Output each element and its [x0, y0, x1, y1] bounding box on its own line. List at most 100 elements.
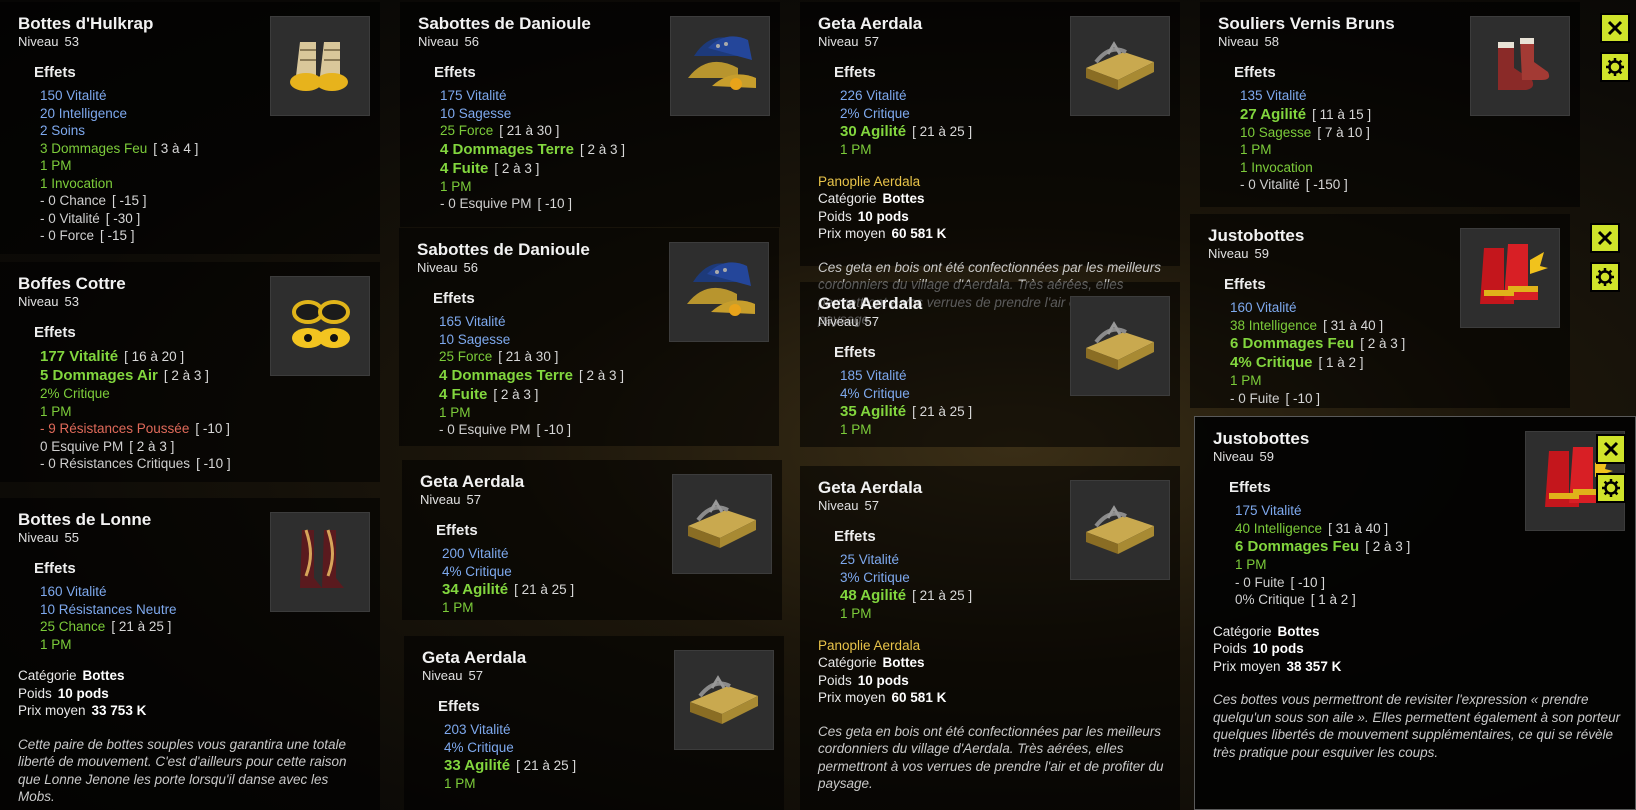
- settings-button[interactable]: [1600, 52, 1630, 82]
- effect-range: [ 21 à 25 ]: [912, 404, 973, 419]
- effect-line: - 0 Esquive PM [ -10 ]: [439, 421, 765, 439]
- effect-text: 25 Chance: [40, 619, 106, 634]
- effect-text: 0 Esquive PM: [40, 438, 124, 454]
- effect-range: [ -10 ]: [195, 421, 230, 436]
- effect-range: [ -150 ]: [1305, 177, 1348, 192]
- tooltip-card: Geta Aerdala Niveau 57 Effets 25 Vitalité 3% …: [800, 466, 1180, 810]
- item-thumbnail[interactable]: [1470, 16, 1570, 116]
- effect-line: 1 PM: [840, 421, 1166, 439]
- item-set[interactable]: Panoplie Aerdala: [818, 173, 1166, 191]
- item-weight: Poids 10 pods: [818, 672, 1166, 690]
- effect-line: 1 PM: [40, 403, 366, 421]
- item-category-label: Catégorie: [1213, 623, 1272, 639]
- effect-line: 1 Invocation: [1240, 159, 1566, 177]
- effect-line: 2 Soins: [40, 122, 366, 140]
- effect-line: 1 PM: [444, 775, 770, 793]
- effect-text: 10 Sagesse: [439, 331, 511, 347]
- settings-button[interactable]: [1596, 473, 1626, 503]
- effect-text: 10 Sagesse: [440, 105, 512, 121]
- level-value: 59: [1259, 449, 1274, 464]
- effect-line: 1 Invocation: [40, 175, 366, 193]
- level-label: Niveau: [1218, 34, 1259, 49]
- tooltip-card: Geta Aerdala Niveau 57 Effets 226 Vitalité 2%…: [800, 2, 1180, 327]
- tooltip-card: Geta Aerdala Niveau 57 Effets 200 Vitalité 4%…: [402, 460, 782, 620]
- item-price-value: 38 357 K: [1286, 658, 1342, 674]
- effect-text: 1 Invocation: [40, 175, 113, 191]
- effect-line: 1 PM: [439, 404, 765, 422]
- item-category-label: Catégorie: [818, 191, 877, 206]
- effect-text: 6 Dommages Feu: [1235, 538, 1360, 555]
- item-thumbnail[interactable]: [1460, 228, 1560, 328]
- item-price-label: Prix moyen: [18, 703, 86, 718]
- item-thumbnail[interactable]: [270, 276, 370, 376]
- settings-button[interactable]: [1590, 262, 1620, 292]
- level-value: 59: [1254, 246, 1269, 261]
- item-set[interactable]: Panoplie Aerdala: [818, 637, 1166, 655]
- effect-line: - 0 Fuite [ -10 ]: [1230, 390, 1556, 408]
- close-button[interactable]: [1596, 434, 1626, 464]
- effect-line: 1 PM: [1235, 556, 1621, 574]
- effect-text: 1 PM: [1230, 373, 1262, 388]
- effect-line: - 0 Vitalité [ -150 ]: [1240, 176, 1566, 194]
- effect-text: 4% Critique: [1230, 354, 1313, 371]
- item-weight-value: 10 pods: [857, 208, 909, 224]
- item-thumbnail[interactable]: [674, 650, 774, 750]
- item-thumbnail[interactable]: [270, 512, 370, 612]
- effect-line: 4% Critique [ 1 à 2 ]: [1230, 353, 1556, 372]
- effect-text: - 0 Résistances Critiques: [40, 456, 191, 471]
- effect-text: 10 Résistances Neutre: [40, 601, 177, 617]
- effect-line: - 9 Résistances Poussée [ -10 ]: [40, 420, 366, 438]
- effect-range: [ 7 à 10 ]: [1317, 124, 1370, 140]
- item-meta: Panoplie Aerdala Catégorie Bottes Poids 10 p…: [818, 173, 1166, 243]
- effect-text: 226 Vitalité: [840, 88, 907, 103]
- item-price-value: 33 753 K: [91, 703, 147, 718]
- level-label: Niveau: [1208, 246, 1249, 261]
- item-thumbnail[interactable]: [1070, 296, 1170, 396]
- item-meta: Catégorie Bottes Poids 10 pods Prix moyen 38 …: [1213, 623, 1621, 676]
- effect-text: 1 PM: [840, 606, 872, 621]
- effect-range: [ 2 à 3 ]: [1360, 336, 1406, 351]
- effect-text: 2% Critique: [840, 105, 910, 121]
- item-thumbnail[interactable]: [669, 242, 769, 342]
- effect-range: [ 21 à 30 ]: [499, 123, 560, 138]
- effect-line: 25 Force [ 21 à 30 ]: [440, 122, 766, 140]
- level-value: 57: [466, 492, 481, 507]
- item-thumbnail[interactable]: [672, 474, 772, 574]
- effect-text: 203 Vitalité: [444, 722, 511, 737]
- level-label: Niveau: [417, 260, 458, 275]
- effect-text: 175 Vitalité: [440, 88, 507, 103]
- item-category-value: Bottes: [882, 655, 925, 670]
- item-weight-value: 10 pods: [57, 685, 109, 701]
- item-description: Cette paire de bottes souples vous garan…: [18, 736, 347, 805]
- effect-line: 6 Dommages Feu [ 2 à 3 ]: [1230, 334, 1556, 353]
- close-button[interactable]: [1600, 13, 1630, 43]
- effect-text: 48 Agilité: [840, 587, 907, 604]
- effect-text: 10 Sagesse: [1240, 124, 1312, 140]
- level-value: 58: [1264, 34, 1279, 49]
- level-label: Niveau: [818, 498, 859, 513]
- item-thumbnail[interactable]: [270, 16, 370, 116]
- level-value: 57: [864, 498, 879, 513]
- geta-icon: [682, 656, 766, 745]
- effect-range: [ 2 à 3 ]: [129, 438, 175, 454]
- item-description: Ces bottes vous permettront de revisiter…: [1213, 692, 1621, 760]
- item-weight-label: Poids: [18, 685, 52, 701]
- item-weight-value: 10 pods: [1252, 641, 1304, 656]
- item-category: Catégorie Bottes: [18, 667, 366, 685]
- item-thumbnail[interactable]: [1070, 16, 1170, 116]
- level-label: Niveau: [420, 492, 461, 507]
- item-thumbnail[interactable]: [670, 16, 770, 116]
- effect-line: 4 Fuite [ 2 à 3 ]: [439, 385, 765, 404]
- gear-icon: [1595, 267, 1615, 287]
- item-thumbnail[interactable]: [1070, 480, 1170, 580]
- effect-line: 1 PM: [1230, 372, 1556, 390]
- effect-text: 25 Force: [440, 123, 494, 138]
- effect-range: [ 21 à 25 ]: [514, 582, 575, 597]
- effect-text: 1 PM: [1235, 557, 1267, 572]
- effect-range: [ 21 à 25 ]: [111, 619, 172, 634]
- item-weight-label: Poids: [1213, 641, 1247, 656]
- effect-text: 4 Dommages Terre: [439, 366, 573, 384]
- effect-text: 160 Vitalité: [1230, 300, 1297, 315]
- close-button[interactable]: [1590, 223, 1620, 253]
- effect-text: 3% Critique: [840, 569, 910, 585]
